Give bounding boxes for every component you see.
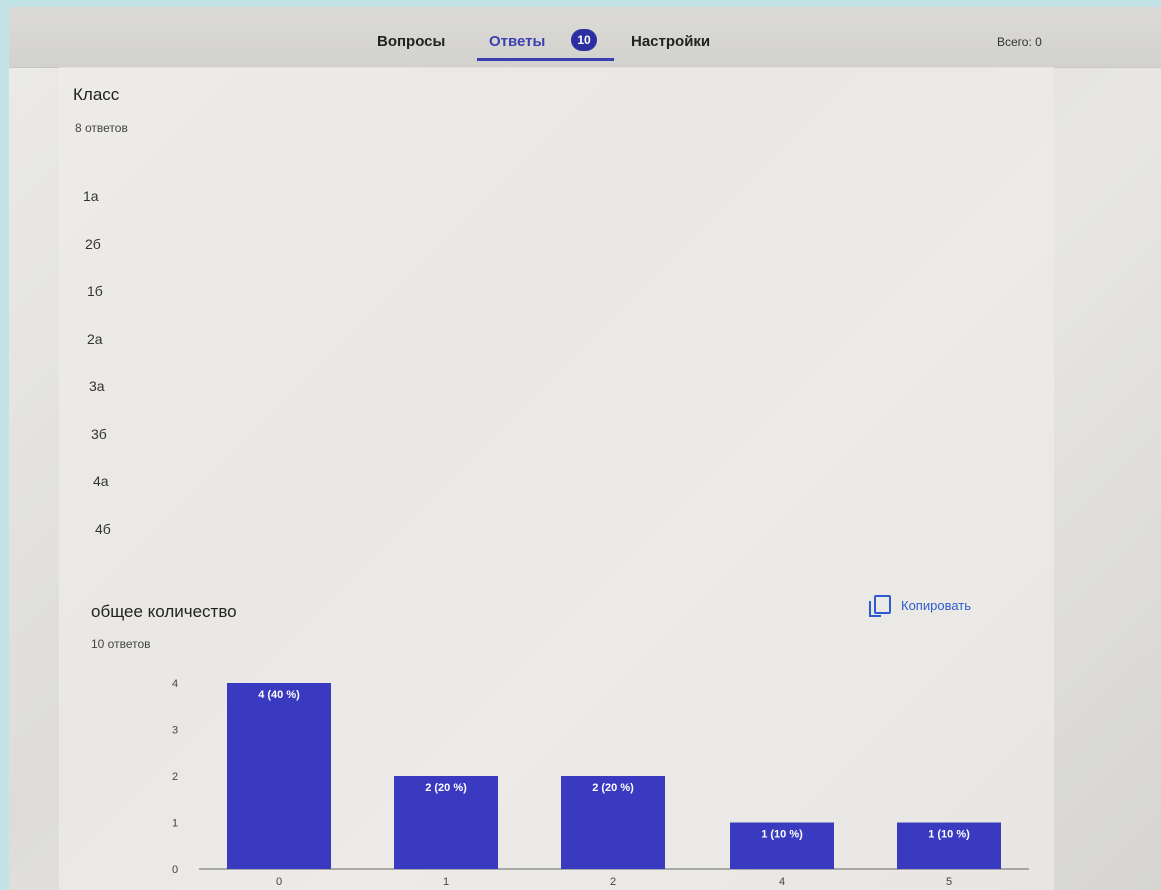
x-tick-label: 2: [610, 876, 616, 888]
screen: Вопросы Ответы 10 Настройки Всего: 0 Кла…: [9, 7, 1161, 890]
bar-value-label: 4 (40 %): [258, 689, 300, 701]
y-tick-label: 0: [172, 864, 178, 876]
y-tick-label: 1: [172, 818, 178, 830]
x-tick-label: 5: [946, 876, 952, 888]
y-tick-label: 3: [172, 725, 178, 737]
bar-chart: 0 1 2 3 4 4 (40 %) 0 2 (20 %) 1 2 (20 %) 2 1 (10 %)…: [172, 678, 1029, 888]
y-tick-label: 4: [172, 678, 178, 690]
bar-value-label: 2 (20 %): [425, 782, 467, 794]
bar-value-label: 1 (10 %): [928, 829, 970, 841]
bar: [227, 683, 331, 869]
bar-value-label: 1 (10 %): [761, 829, 803, 841]
x-tick-label: 1: [443, 876, 449, 888]
y-tick-label: 2: [172, 771, 178, 783]
x-tick-label: 4: [779, 876, 785, 888]
bar-value-label: 2 (20 %): [592, 782, 634, 794]
x-tick-label: 0: [276, 876, 282, 888]
